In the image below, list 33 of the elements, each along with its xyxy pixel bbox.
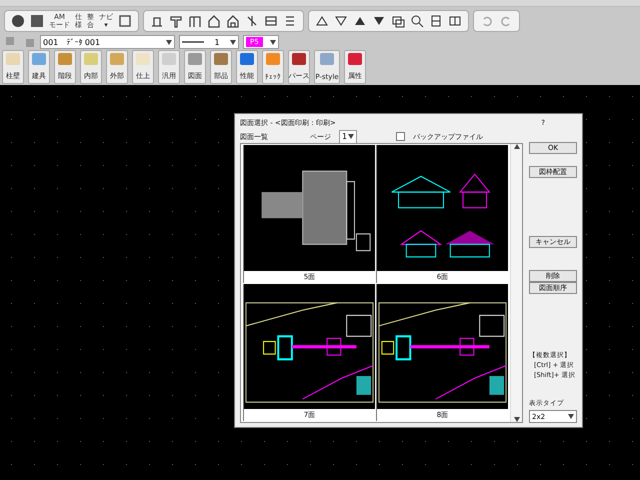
split-vertical-icon[interactable] (448, 14, 462, 28)
tool-icon[interactable] (188, 14, 202, 28)
tool-icon[interactable] (245, 14, 259, 28)
split-horizontal-icon[interactable] (429, 14, 443, 28)
line-sample-icon (182, 40, 204, 44)
backup-checkbox[interactable] (396, 132, 405, 141)
dropdown-caret-icon[interactable] (270, 40, 276, 44)
square-icon[interactable] (30, 14, 44, 28)
line-width-select[interactable]: 1 (179, 35, 239, 49)
dropdown-caret-icon[interactable] (230, 40, 236, 44)
tool-icon[interactable] (226, 14, 240, 28)
dropdown-caret-icon[interactable] (568, 414, 574, 419)
zoom-icon[interactable] (410, 14, 424, 28)
dropdown-caret-icon[interactable] (166, 40, 172, 44)
layer-select[interactable]: 001 ﾃﾞｰﾀ 001 (40, 35, 175, 49)
window-icon[interactable] (118, 14, 132, 28)
triangle-down-icon[interactable] (334, 14, 348, 28)
tool-icon[interactable] (207, 14, 221, 28)
scroll-down-icon[interactable] (514, 417, 520, 422)
triangle-up-icon[interactable] (315, 14, 329, 28)
windows-icon[interactable] (391, 14, 405, 28)
scrollbar[interactable] (510, 144, 522, 422)
mode-icon[interactable] (11, 14, 25, 28)
tool-icon[interactable] (264, 14, 278, 28)
drawing-thumbnail[interactable] (244, 145, 375, 270)
tool-icon[interactable] (169, 14, 183, 28)
dropdown-caret-icon[interactable] (348, 134, 354, 139)
tool-icon[interactable] (283, 14, 297, 28)
page-select[interactable]: 1 (339, 130, 357, 144)
drawing-thumbnail[interactable] (244, 284, 375, 409)
scroll-up-icon[interactable] (514, 144, 520, 149)
drawing-thumbnail[interactable] (377, 145, 508, 270)
drawing-thumbnail[interactable] (377, 284, 508, 409)
